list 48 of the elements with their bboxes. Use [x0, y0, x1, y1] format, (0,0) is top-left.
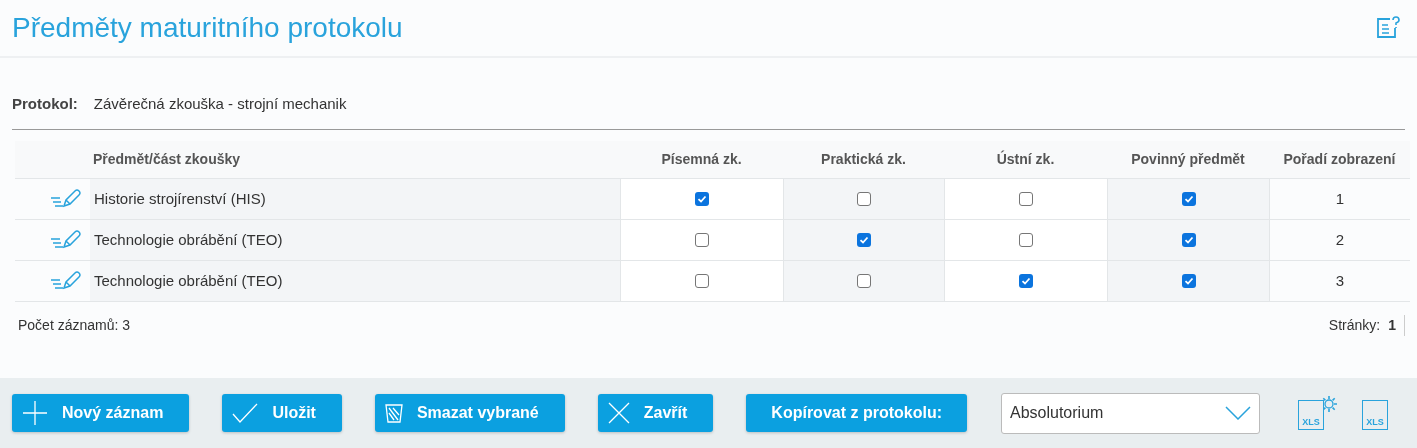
column-header: Ústní zk. [996, 149, 1055, 169]
page-title: Předměty maturitního protokolu [12, 11, 403, 45]
edit-icon[interactable] [50, 189, 82, 209]
plus-icon [22, 400, 48, 426]
checkbox[interactable] [857, 192, 871, 206]
checkbox[interactable] [1181, 233, 1196, 247]
column-header: Povinný předmět [1131, 150, 1245, 169]
close-button[interactable]: Zavřít [597, 394, 714, 432]
checkbox[interactable] [1019, 233, 1033, 247]
column-header: Písemná zk. [661, 150, 742, 169]
edit-icon[interactable] [50, 230, 82, 250]
protocol-value: Závěrečná zkouška - strojní mechanik [93, 93, 347, 114]
edit-icon[interactable] [50, 271, 82, 291]
pages-label: Stránky: [1328, 316, 1381, 335]
order-cell-text: 1 [1335, 188, 1345, 209]
checkbox[interactable] [857, 274, 871, 288]
save-button[interactable]: Uložit [222, 394, 342, 432]
column-header: Pořadí zobrazení [1283, 150, 1396, 169]
chevron-down-icon [1225, 406, 1251, 420]
checkbox[interactable] [1181, 274, 1196, 288]
checkbox[interactable] [695, 192, 709, 206]
checkmark-icon [232, 402, 259, 424]
checkbox[interactable] [1181, 192, 1196, 206]
copy-button[interactable]: Kopírovat z protokolu: [746, 394, 967, 432]
file-type-label: XLS [1366, 418, 1384, 427]
subject-cell-text: Technologie obrábění (TEO) [94, 229, 283, 250]
subject-cell-text: Technologie obrábění (TEO) [94, 270, 283, 291]
gear-icon [1321, 396, 1337, 412]
order-cell-text: 2 [1335, 229, 1345, 250]
checkbox[interactable] [857, 233, 871, 247]
checkbox[interactable] [695, 274, 709, 288]
protocol-label: Protokol: [12, 93, 78, 114]
checkbox[interactable] [695, 233, 709, 247]
page-number[interactable]: 1 [1388, 315, 1396, 336]
checkbox[interactable] [1019, 274, 1033, 288]
order-cell-text: 3 [1335, 270, 1345, 291]
file-type-label: XLS [1302, 418, 1320, 427]
checkbox[interactable] [1019, 192, 1033, 206]
column-header: Praktická zk. [821, 150, 906, 169]
subject-cell-text: Historie strojírenství (HIS) [94, 188, 266, 209]
record-count: Počet záznamů: 3 [18, 316, 131, 335]
help-icon[interactable] [1375, 15, 1401, 41]
column-header: Předmět/část zkoušky [93, 150, 241, 169]
delete-button[interactable]: Smazat vybrané [374, 394, 565, 432]
protocol-select[interactable]: Absolutorium [1001, 392, 1260, 434]
trash-icon [384, 403, 403, 423]
close-icon [607, 402, 630, 424]
add-button[interactable]: Nový záznam [12, 394, 190, 432]
